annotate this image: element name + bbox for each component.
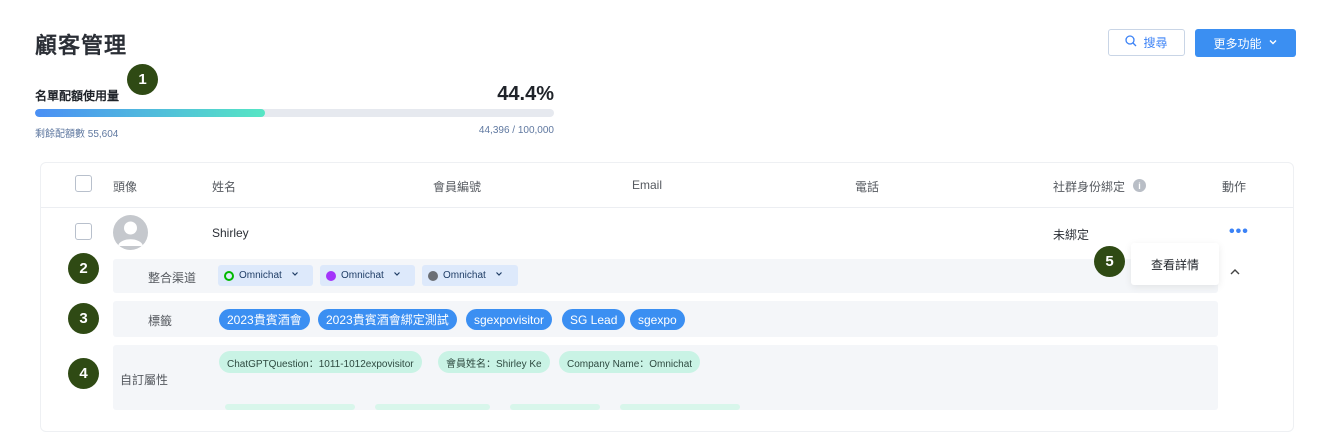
avatar <box>113 215 148 250</box>
annotation-badge-3: 3 <box>68 303 99 334</box>
channel-chip[interactable]: Omnichat <box>422 265 518 286</box>
page-title: 顧客管理 <box>35 33 128 58</box>
channel-label: Omnichat <box>443 270 486 281</box>
more-features-label: 更多功能 <box>1213 36 1262 51</box>
attribute-chip-partial <box>225 404 355 410</box>
annotation-badge-2: 2 <box>68 253 99 284</box>
chevron-down-icon <box>1268 36 1278 50</box>
quota-progress-bar <box>35 109 554 117</box>
tag-chip[interactable]: sgexpo <box>630 309 685 330</box>
more-dots-icon[interactable]: ••• <box>1229 224 1249 240</box>
tag-chip[interactable]: 2023貴賓酒會 <box>219 309 310 330</box>
chevron-down-icon <box>393 270 401 281</box>
channel-label: Omnichat <box>341 270 384 281</box>
tags-label: 標籤 <box>148 314 173 328</box>
header-name: 姓名 <box>212 180 237 194</box>
annotation-badge-5: 5 <box>1094 246 1125 277</box>
attributes-label: 自訂屬性 <box>120 373 169 387</box>
chevron-down-icon <box>291 270 299 281</box>
messenger-icon <box>326 270 336 281</box>
tag-chip[interactable]: 2023貴賓酒會綁定測試 <box>318 309 457 330</box>
header-avatar: 頭像 <box>113 180 138 194</box>
tag-chip[interactable]: SG Lead <box>562 309 626 330</box>
header-action: 動作 <box>1222 180 1247 194</box>
quota-progress-fill <box>35 109 266 117</box>
user-avatar-icon <box>118 221 143 246</box>
more-features-button[interactable]: 更多功能 <box>1195 29 1296 57</box>
search-icon <box>1125 35 1137 50</box>
attribute-chip: ChatGPTQuestion：1011-1012expovisitor <box>219 351 422 373</box>
attribute-chip-partial <box>375 404 490 410</box>
header-divider <box>41 207 1293 208</box>
header-member-id: 會員編號 <box>433 180 482 194</box>
view-details-menu-item[interactable]: 查看詳情 <box>1131 243 1219 285</box>
select-all-checkbox[interactable] <box>75 175 92 192</box>
social-status: 未綁定 <box>1053 228 1090 242</box>
header-social: 社群身份綁定 <box>1053 180 1126 194</box>
line-icon <box>224 270 234 281</box>
chevron-up-icon[interactable] <box>1229 266 1241 281</box>
channel-label: Omnichat <box>239 270 282 281</box>
channel-chip[interactable]: Omnichat <box>320 265 415 286</box>
attribute-chip-partial <box>620 404 740 410</box>
info-icon[interactable]: i <box>1133 179 1146 192</box>
channel-chip[interactable]: Omnichat <box>218 265 313 286</box>
header-phone: 電話 <box>855 180 880 194</box>
tag-chip[interactable]: sgexpovisitor <box>466 309 553 330</box>
quota-remaining: 剩餘配額數 55,604 <box>35 129 119 140</box>
header-email: Email <box>632 178 663 192</box>
attribute-chip-partial <box>510 404 600 410</box>
chevron-down-icon <box>495 270 503 281</box>
quota-label: 名單配額使用量 <box>35 89 120 103</box>
customer-name[interactable]: Shirley <box>212 226 249 240</box>
annotation-badge-4: 4 <box>68 358 99 389</box>
quota-count: 44,396 / 100,000 <box>478 125 554 136</box>
search-button[interactable]: 搜尋 <box>1108 29 1185 56</box>
whatsapp-icon <box>428 270 438 281</box>
quota-percent: 44.4% <box>497 83 554 105</box>
row-checkbox[interactable] <box>75 223 92 240</box>
search-button-label: 搜尋 <box>1143 36 1168 50</box>
channels-label: 整合渠道 <box>148 271 197 285</box>
attribute-chip: Company Name：Omnichat <box>559 351 701 373</box>
attribute-chip: 會員姓名：Shirley Ke <box>438 351 550 373</box>
annotation-badge-1: 1 <box>127 64 158 95</box>
